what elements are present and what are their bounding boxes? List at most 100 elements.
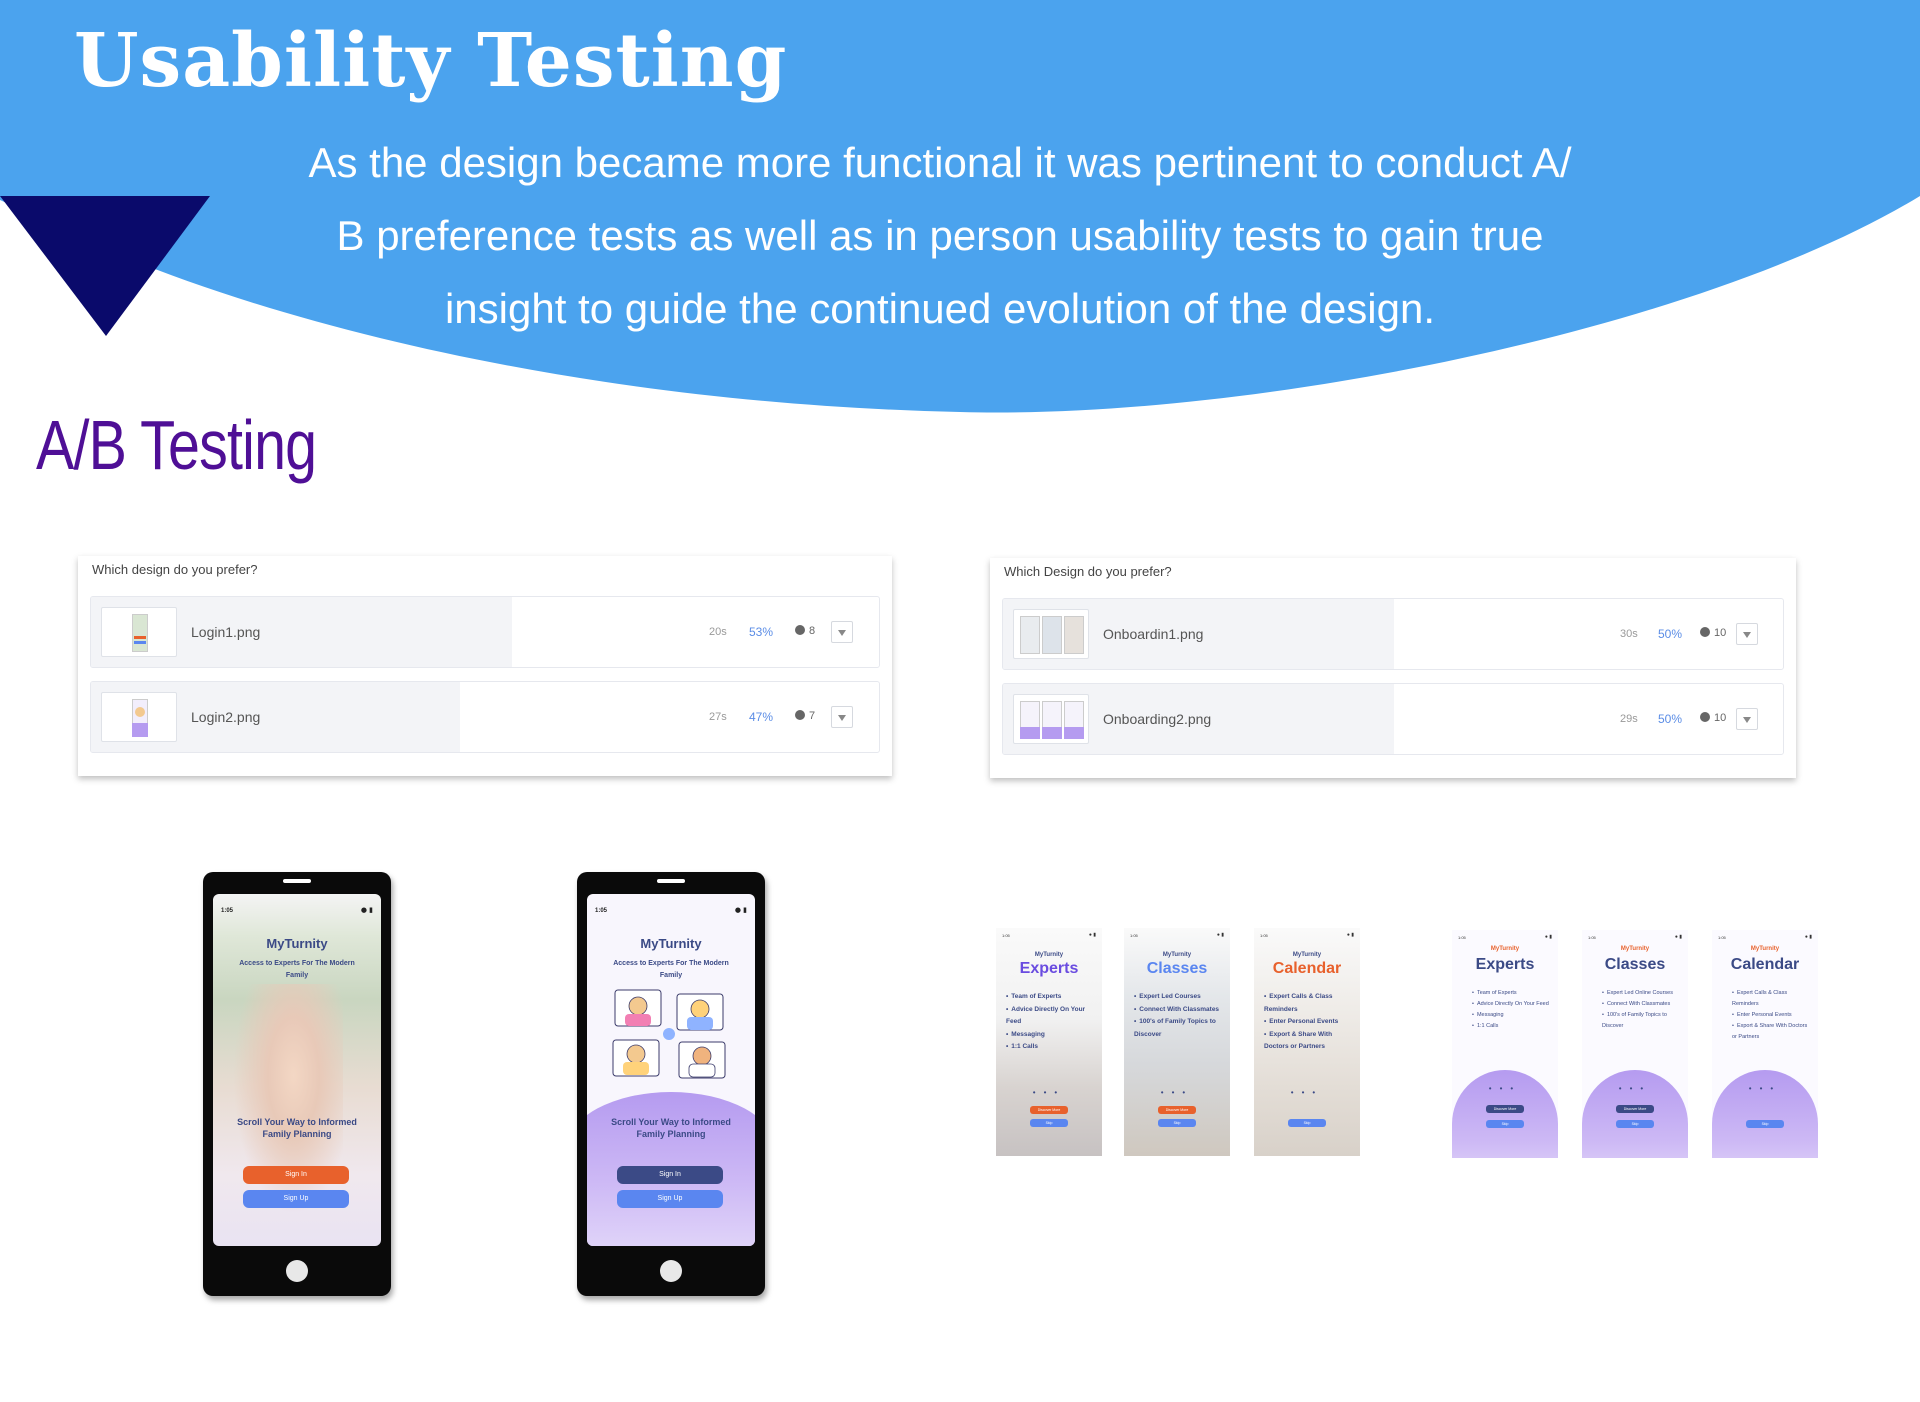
feature-list: Expert Calls & Class Reminders Enter Per… [1732, 988, 1812, 1043]
option-dropdown-button[interactable] [1736, 623, 1758, 645]
status-time: 1:05 [1130, 933, 1138, 938]
app-tagline: Access to Experts For The Modern Family [239, 960, 355, 979]
phone-mockup-login1: 1:05 ● ▮ MyTurnity Access to Experts For… [203, 872, 391, 1296]
option-dropdown-button[interactable] [1736, 708, 1758, 730]
skip-button[interactable]: Skip [1486, 1120, 1524, 1128]
skip-button[interactable]: Skip [1158, 1119, 1196, 1127]
chevron-down-icon [1743, 632, 1751, 638]
screen-title: Experts [1475, 956, 1535, 973]
scroll-tagline: Scroll Your Way to Informed Family Plann… [611, 1117, 731, 1139]
feature-item: 1:1 Calls [1006, 1041, 1098, 1054]
section-title: A/B Testing [36, 406, 317, 484]
pagination-dots: ••• [1290, 1088, 1324, 1097]
onboarding-screen-experts: 1:05 ● ▮ MyTurnity Experts Team of Exper… [996, 928, 1102, 1156]
skip-button[interactable]: Skip [1288, 1119, 1326, 1127]
discover-more-button[interactable]: Discover More [1486, 1105, 1524, 1113]
brand-label: MyTurnity [1620, 946, 1650, 952]
status-time: 1:05 [1002, 933, 1010, 938]
option-percent: 50% [1658, 712, 1683, 726]
feature-item: Enter Personal Events [1264, 1016, 1356, 1029]
person-icon [1700, 627, 1710, 637]
page-title: Usability Testing [74, 18, 788, 104]
pagination-dots: ••• [1488, 1084, 1522, 1093]
survey-option-row[interactable]: Login2.png 27s 47% 7 [90, 681, 880, 753]
option-percent: 53% [749, 625, 774, 639]
skip-button[interactable]: Skip [1030, 1119, 1068, 1127]
sign-in-button[interactable]: Sign In [243, 1166, 349, 1184]
option-time: 30s [1620, 628, 1638, 640]
wifi-battery-icon: ● ▮ [1216, 932, 1224, 938]
wifi-battery-icon: ● ▮ [1804, 934, 1812, 940]
pagination-dots: ••• [1618, 1084, 1652, 1093]
option-percent: 47% [749, 710, 774, 724]
video-call-illustration [612, 989, 726, 1079]
skip-button[interactable]: Skip [1746, 1120, 1784, 1128]
brand-label: MyTurnity [1292, 952, 1322, 958]
pagination-dots: ••• [1748, 1084, 1782, 1093]
pagination-dots: ••• [1032, 1088, 1066, 1097]
status-time: 1:05 [595, 908, 608, 914]
feature-list: Team of Experts Advice Directly On Your … [1006, 991, 1098, 1054]
phone-home-button [660, 1260, 682, 1282]
screen-title: Classes [1604, 956, 1666, 973]
person-icon [1700, 712, 1710, 722]
intro-line: insight to guide the continued evolution… [444, 285, 1436, 332]
feature-item: Team of Experts [1006, 991, 1098, 1004]
option-voter-count: 10 [1714, 712, 1727, 724]
phone-speaker [283, 879, 311, 883]
app-name: MyTurnity [266, 936, 328, 951]
sign-up-button[interactable]: Sign Up [243, 1190, 349, 1208]
onboarding-screen-calendar: 1:05 ● ▮ MyTurnity Calendar Expert Calls… [1712, 930, 1818, 1158]
feature-list: Expert Calls & Class Reminders Enter Per… [1264, 991, 1356, 1054]
option-percent: 50% [1658, 627, 1683, 641]
survey-card-onboarding: Which Design do you prefer? Onboardin1.p… [990, 558, 1796, 778]
survey-option-row[interactable]: Login1.png 20s 53% 8 [90, 596, 880, 668]
feature-item: 1:1 Calls [1472, 1021, 1552, 1032]
option-thumbnail [1013, 694, 1089, 744]
login-screen: 1:05 ● ▮ MyTurnity Access to Experts For… [587, 894, 755, 1246]
app-tagline: Access to Experts For The Modern Family [613, 960, 729, 979]
screen-title: Classes [1146, 960, 1208, 977]
survey-option-row[interactable]: Onboardin1.png 30s 50% 10 [1002, 598, 1784, 670]
feature-item: 100's of Family Topics to Discover [1602, 1010, 1682, 1032]
discover-more-button[interactable]: Discover More [1030, 1106, 1068, 1114]
option-dropdown-button[interactable] [831, 621, 853, 643]
option-time: 20s [709, 626, 727, 638]
survey-option-row[interactable]: Onboarding2.png 29s 50% 10 [1002, 683, 1784, 755]
option-voter-count: 8 [809, 625, 816, 637]
chevron-down-icon [838, 630, 846, 636]
scroll-tagline: Scroll Your Way to Informed Family Plann… [237, 1117, 357, 1139]
feature-item: 100's of Family Topics to Discover [1134, 1016, 1226, 1041]
feature-item: Messaging [1006, 1029, 1098, 1042]
skip-button[interactable]: Skip [1616, 1120, 1654, 1128]
option-time: 27s [709, 711, 727, 723]
option-filename: Login2.png [191, 709, 261, 725]
feature-item: Advice Directly On Your Feed [1472, 999, 1552, 1010]
pagination-dots: ••• [1160, 1088, 1194, 1097]
chevron-down-icon [1743, 717, 1751, 723]
feature-item: Expert Led Online Courses [1602, 988, 1682, 999]
wifi-battery-icon: ● ▮ [1674, 934, 1682, 940]
feature-item: Team of Experts [1472, 988, 1552, 999]
status-time: 1:05 [1588, 935, 1596, 940]
option-filename: Onboarding2.png [1103, 711, 1212, 727]
option-voters: 7 [795, 710, 815, 722]
feature-item: Enter Personal Events [1732, 1010, 1812, 1021]
wifi-battery-icon: ● ▮ [360, 906, 373, 914]
feature-item: Expert Calls & Class Reminders [1264, 991, 1356, 1016]
discover-more-button[interactable]: Discover More [1616, 1105, 1654, 1113]
feature-item: Expert Calls & Class Reminders [1732, 988, 1812, 1010]
option-dropdown-button[interactable] [831, 706, 853, 728]
onboarding-screen-classes: 1:05 ● ▮ MyTurnity Classes Expert Led Co… [1124, 928, 1230, 1156]
brand-label: MyTurnity [1034, 952, 1064, 958]
screen-title: Calendar [1272, 960, 1342, 977]
feature-list: Expert Led Courses Connect With Classmat… [1134, 991, 1226, 1041]
survey-question: Which Design do you prefer? [1004, 564, 1172, 579]
option-voters: 10 [1700, 712, 1726, 724]
feature-item: Advice Directly On Your Feed [1006, 1004, 1098, 1029]
sign-up-button[interactable]: Sign Up [617, 1190, 723, 1208]
sign-in-button[interactable]: Sign In [617, 1166, 723, 1184]
feature-item: Expert Led Courses [1134, 991, 1226, 1004]
discover-more-button[interactable]: Discover More [1158, 1106, 1196, 1114]
option-thumbnail [101, 607, 177, 657]
